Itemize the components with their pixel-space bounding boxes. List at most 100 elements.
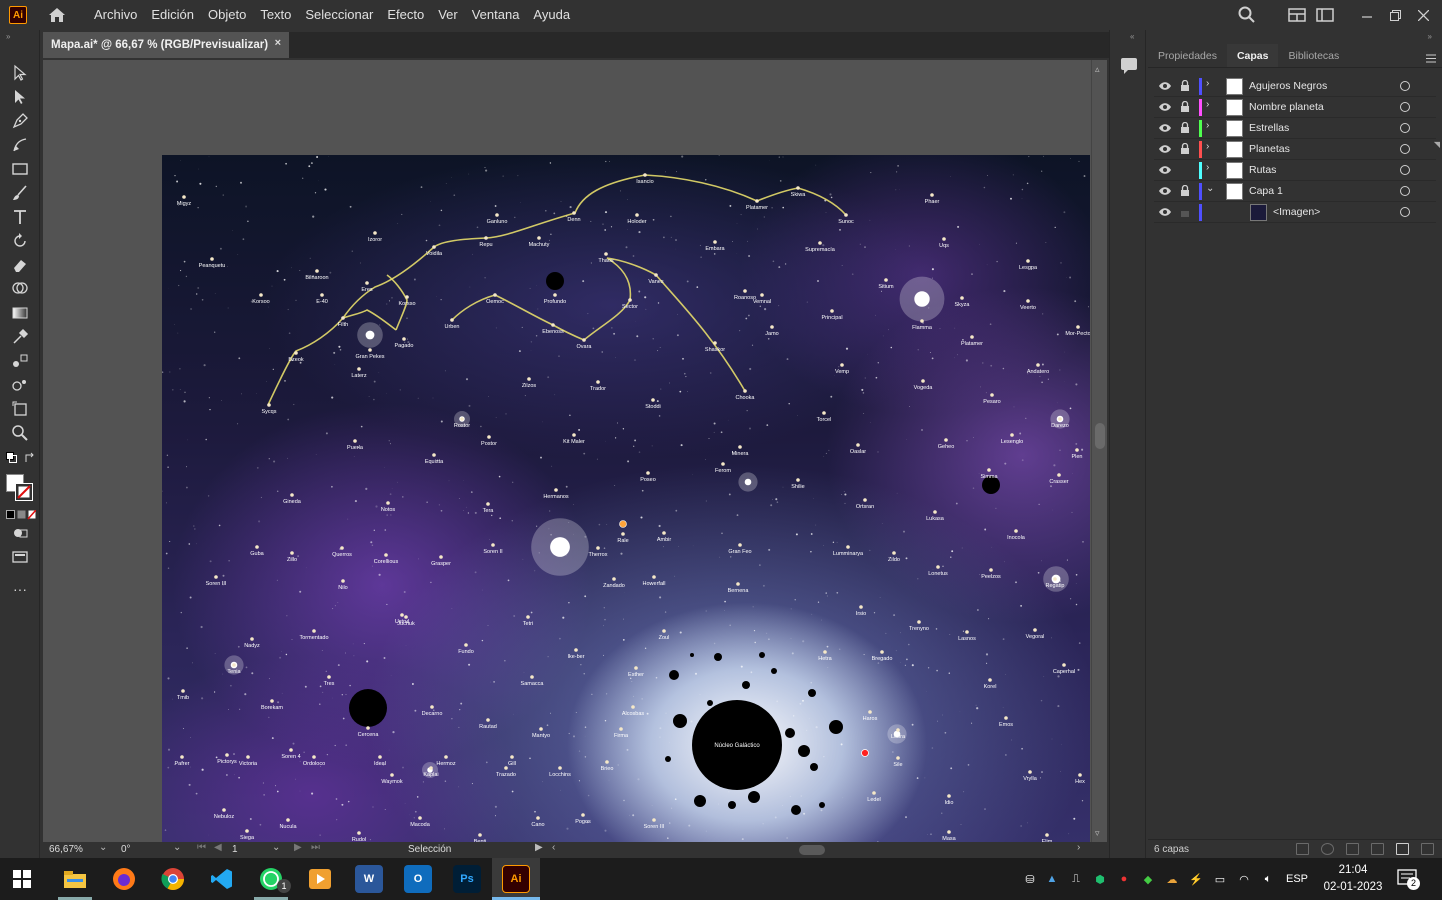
planet-dot[interactable] <box>527 377 531 381</box>
status-menu-icon[interactable]: ▶ <box>535 842 543 853</box>
scroll-up-icon[interactable]: ▵ <box>1095 64 1100 75</box>
gmail-tray-icon[interactable]: ● <box>1112 873 1136 885</box>
chrome-icon[interactable] <box>159 865 187 893</box>
fill-stroke-swatches[interactable] <box>6 474 34 502</box>
planet-dot[interactable] <box>365 281 369 285</box>
planet-dot[interactable] <box>478 833 482 837</box>
lock-icon[interactable] <box>1180 142 1190 155</box>
layer-name[interactable]: Planetas <box>1249 143 1290 155</box>
black-hole[interactable] <box>819 802 825 808</box>
planet-dot[interactable] <box>246 755 250 759</box>
planet-dot[interactable] <box>944 438 948 442</box>
planet-dot[interactable] <box>1033 628 1037 632</box>
planet-dot[interactable] <box>320 293 324 297</box>
artboard-dropdown-icon[interactable]: ⌄ <box>272 842 280 853</box>
planet-dot[interactable] <box>612 577 616 581</box>
layer-name[interactable]: Rutas <box>1249 164 1276 176</box>
planet-dot[interactable] <box>400 613 404 617</box>
arrange-documents-icon[interactable] <box>1311 1 1339 29</box>
scroll-left-icon[interactable]: ‹ <box>552 842 555 853</box>
planet-dot[interactable] <box>384 553 388 557</box>
photoshop-icon[interactable]: Ps <box>453 865 481 893</box>
planet-dot[interactable] <box>936 565 940 569</box>
prev-artboard-icon[interactable]: ◀ <box>214 842 222 853</box>
visibility-eye-icon[interactable] <box>1158 206 1172 218</box>
planet-dot[interactable] <box>896 728 900 732</box>
rotation-field[interactable]: 0° <box>121 844 131 857</box>
eraser-tool-icon[interactable] <box>8 254 32 276</box>
planet-dot[interactable] <box>574 648 578 652</box>
rotate-tool-icon[interactable] <box>8 230 32 252</box>
planet-dot[interactable] <box>439 555 443 559</box>
planet-dot[interactable] <box>357 367 361 371</box>
tray-cloud-icon[interactable]: ☁ <box>1160 873 1184 886</box>
planet-dot[interactable] <box>713 240 717 244</box>
planet-dot[interactable] <box>662 531 666 535</box>
panel-flyout-icon[interactable]: ◥ <box>1434 140 1440 149</box>
menu-ayuda[interactable]: Ayuda <box>526 0 577 30</box>
menu-efecto[interactable]: Efecto <box>380 0 431 30</box>
close-tab-icon[interactable]: × <box>275 37 281 49</box>
vertical-scrollbar[interactable]: ▵ ▿ <box>1091 60 1107 842</box>
planet-dot[interactable] <box>340 546 344 550</box>
restore-button[interactable] <box>1381 1 1409 29</box>
planet-dot[interactable] <box>1004 716 1008 720</box>
planet-dot[interactable] <box>743 289 747 293</box>
menu-texto[interactable]: Texto <box>253 0 298 30</box>
planet-dot[interactable] <box>1028 770 1032 774</box>
planet-dot[interactable] <box>1036 363 1040 367</box>
menu-archivo[interactable]: Archivo <box>87 0 144 30</box>
planet-dot[interactable] <box>1062 663 1066 667</box>
video-player-icon[interactable] <box>306 865 334 893</box>
lock-icon[interactable] <box>1180 121 1190 134</box>
planet-dot[interactable] <box>572 433 576 437</box>
default-colors-icon[interactable] <box>6 451 18 463</box>
planet-dot[interactable] <box>920 319 924 323</box>
black-hole[interactable] <box>798 745 810 757</box>
planet-dot[interactable] <box>654 273 658 277</box>
planet-dot[interactable] <box>581 813 585 817</box>
chevron-right-icon[interactable]: › <box>1206 99 1216 110</box>
planet-dot[interactable] <box>210 257 214 261</box>
word-icon[interactable]: W <box>355 865 383 893</box>
delete-layer-icon[interactable] <box>1421 843 1434 855</box>
document-tab[interactable]: Mapa.ai* @ 66,67 % (RGB/Previsualizar) × <box>43 32 289 58</box>
planet-dot[interactable] <box>987 468 991 472</box>
planet-dot[interactable] <box>892 551 896 555</box>
planet-dot[interactable] <box>430 705 434 709</box>
chevron-right-icon[interactable]: › <box>1206 78 1216 89</box>
planet-dot[interactable] <box>988 678 992 682</box>
planet-dot[interactable] <box>182 195 186 199</box>
layer-name[interactable]: Agujeros Negros <box>1249 80 1327 92</box>
planet-dot[interactable] <box>634 666 638 670</box>
black-hole[interactable] <box>728 801 736 809</box>
planet-dot[interactable] <box>652 818 656 822</box>
planet-dot[interactable] <box>1058 417 1062 421</box>
planet-dot[interactable] <box>180 755 184 759</box>
swap-colors-icon[interactable] <box>24 451 36 463</box>
planet-dot[interactable] <box>990 393 994 397</box>
layer-name[interactable]: Estrellas <box>1249 122 1289 134</box>
layer-target-icon[interactable] <box>1400 123 1410 133</box>
planet-dot[interactable] <box>357 831 361 835</box>
planet-dot[interactable] <box>646 471 650 475</box>
tray-app-icon[interactable]: ⛁ <box>1020 873 1040 886</box>
collapse-panel-icon[interactable]: « <box>1130 32 1134 41</box>
menu-objeto[interactable]: Objeto <box>201 0 253 30</box>
type-tool-icon[interactable] <box>8 206 32 228</box>
security-shield-icon[interactable]: ◆ <box>1136 873 1160 886</box>
symbol-sprayer-tool-icon[interactable] <box>8 374 32 396</box>
planet-dot[interactable] <box>558 766 562 770</box>
planet-dot[interactable] <box>631 705 635 709</box>
layer-name[interactable]: Nombre planeta <box>1249 101 1324 113</box>
planet-dot[interactable] <box>554 488 558 492</box>
planet-dot[interactable] <box>259 293 263 297</box>
planet-dot[interactable] <box>823 650 827 654</box>
layer-name[interactable]: Capa 1 <box>1249 185 1283 197</box>
new-layer-icon[interactable] <box>1396 843 1409 855</box>
planet-dot[interactable] <box>495 213 499 217</box>
zoom-tool-icon[interactable] <box>8 422 32 444</box>
black-hole[interactable] <box>808 689 816 697</box>
black-hole[interactable] <box>810 763 818 771</box>
lock-icon[interactable] <box>1180 184 1190 197</box>
